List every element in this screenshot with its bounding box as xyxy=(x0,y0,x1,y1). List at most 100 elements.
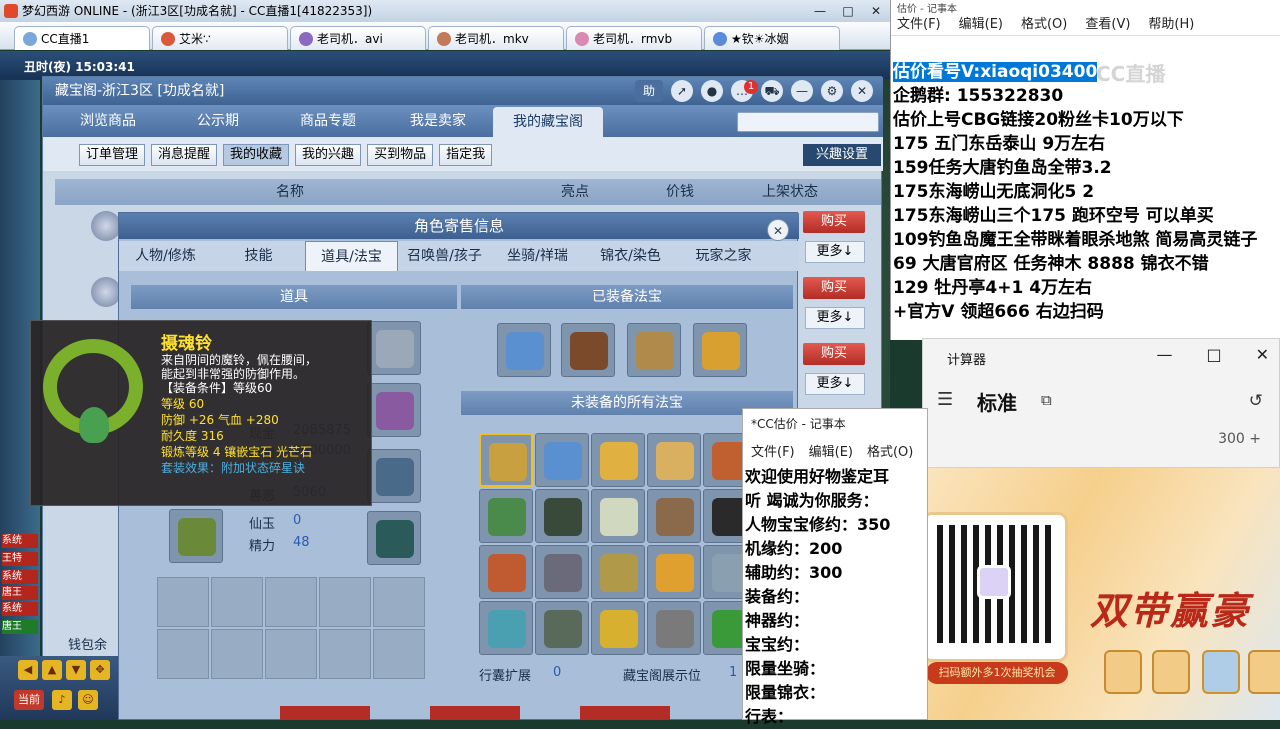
close-button[interactable]: ✕ xyxy=(862,0,890,22)
bottom-button[interactable] xyxy=(430,706,520,720)
treasure-slot[interactable] xyxy=(647,601,701,655)
tab-mkv[interactable]: 老司机．mkv xyxy=(428,26,564,50)
nav-public[interactable]: 公示期 xyxy=(163,105,273,137)
menu-file[interactable]: 文件(F) xyxy=(897,14,941,35)
bottom-button[interactable] xyxy=(280,706,370,720)
treasure-slot[interactable] xyxy=(591,489,645,543)
equipped-slot[interactable] xyxy=(627,323,681,377)
menu-file[interactable]: 文件(F) xyxy=(751,441,795,460)
figure-icon xyxy=(570,332,608,370)
treasure-slot[interactable] xyxy=(479,545,533,599)
more-button[interactable]: 更多↓ xyxy=(805,307,865,329)
tab-mounts[interactable]: 坐骑/祥瑞 xyxy=(491,241,584,271)
treasure-slot[interactable] xyxy=(479,601,533,655)
sub-interests[interactable]: 我的兴趣 xyxy=(295,144,362,166)
sub-bought[interactable]: 买到物品 xyxy=(367,144,434,166)
cbg-search-input[interactable] xyxy=(737,112,879,132)
treasure-slot[interactable] xyxy=(535,545,589,599)
notepad-text-area[interactable]: 欢迎使用好物鉴定耳 听 竭诚为你服务： 人物宝宝修约：350 机缘约：200 辅… xyxy=(745,465,929,729)
nav-browse[interactable]: 浏览商品 xyxy=(53,105,163,137)
tab-avi[interactable]: 老司机．avi xyxy=(290,26,426,50)
record-icon[interactable]: ● xyxy=(701,80,723,102)
tab-pets[interactable]: 召唤兽/孩子 xyxy=(398,241,491,271)
tab-items[interactable]: 道具/法宝 xyxy=(305,241,398,271)
treasure-slot[interactable] xyxy=(535,433,589,487)
buy-button[interactable]: 购买 xyxy=(803,277,865,299)
nav-seller[interactable]: 我是卖家 xyxy=(383,105,493,137)
treasure-slot[interactable] xyxy=(591,601,645,655)
treasure-icon xyxy=(600,610,638,648)
sub-favorites[interactable]: 我的收藏 xyxy=(223,144,290,166)
sub-messages[interactable]: 消息提醒 xyxy=(151,144,218,166)
sub-orders[interactable]: 订单管理 xyxy=(79,144,146,166)
maximize-button[interactable]: □ xyxy=(834,0,862,22)
tab-aimi[interactable]: 艾米∵ xyxy=(152,26,288,50)
treasure-slot[interactable] xyxy=(647,433,701,487)
bottom-button[interactable] xyxy=(580,706,670,720)
menu-view[interactable]: 查看(V) xyxy=(1085,14,1130,35)
minimize-icon[interactable]: — xyxy=(791,80,813,102)
arrow-left-icon[interactable]: ◀ xyxy=(18,660,38,680)
mic-icon[interactable]: ♪ xyxy=(52,690,72,710)
keep-on-top-icon[interactable]: ⧉ xyxy=(1041,391,1052,409)
tab-outfits[interactable]: 锦衣/染色 xyxy=(584,241,677,271)
settings-icon[interactable]: ⚙ xyxy=(821,80,843,102)
close-icon[interactable]: ✕ xyxy=(1256,345,1269,364)
treasure-icon xyxy=(656,442,694,480)
treasure-slot[interactable] xyxy=(591,433,645,487)
equipped-slot[interactable] xyxy=(561,323,615,377)
help-button[interactable]: 助 xyxy=(635,80,663,102)
buy-button[interactable]: 购买 xyxy=(803,211,865,233)
orb-icon xyxy=(376,330,414,368)
treasure-slot[interactable] xyxy=(535,489,589,543)
tab-skills[interactable]: 技能 xyxy=(212,241,305,271)
arrow-up-icon[interactable]: ▲ xyxy=(42,660,62,680)
history-icon[interactable]: ↺ xyxy=(1249,391,1263,411)
menu-format[interactable]: 格式(O) xyxy=(867,441,913,460)
nav-topics[interactable]: 商品专题 xyxy=(273,105,383,137)
cart-icon[interactable]: ⛟ xyxy=(761,80,783,102)
emoji-icon[interactable]: ☺ xyxy=(78,690,98,710)
item-slot[interactable] xyxy=(367,511,421,565)
close-icon[interactable]: ✕ xyxy=(767,219,789,241)
tab-rmvb[interactable]: 老司机．rmvb xyxy=(566,26,702,50)
tab-home[interactable]: 玩家之家 xyxy=(677,241,770,271)
menu-help[interactable]: 帮助(H) xyxy=(1148,14,1194,35)
notepad-text-area[interactable]: 估价看号V:xiaoqi03400 企鹅群: 155322830 估价上号CBG… xyxy=(891,60,1280,324)
minimize-button[interactable]: — xyxy=(806,0,834,22)
item-slot[interactable] xyxy=(169,509,223,563)
item-slot[interactable] xyxy=(367,321,421,375)
sub-assigned[interactable]: 指定我 xyxy=(439,144,493,166)
tab-cc-live[interactable]: CC直播1 xyxy=(14,26,150,50)
tab-qin[interactable]: ★钦☀冰姻 xyxy=(704,26,840,50)
item-slot[interactable] xyxy=(367,383,421,437)
minimize-icon[interactable]: — xyxy=(1156,345,1172,364)
hamburger-menu-icon[interactable]: ☰ xyxy=(937,389,953,410)
sword-icon xyxy=(506,332,544,370)
treasure-slot[interactable] xyxy=(479,433,533,487)
equipped-slot[interactable] xyxy=(497,323,551,377)
item-slot[interactable] xyxy=(367,449,421,503)
treasure-slot[interactable] xyxy=(647,545,701,599)
treasure-slot[interactable] xyxy=(591,545,645,599)
close-icon[interactable]: ✕ xyxy=(851,80,873,102)
tab-character[interactable]: 人物/修炼 xyxy=(119,241,212,271)
menu-edit[interactable]: 编辑(E) xyxy=(959,14,1003,35)
buy-button[interactable]: 购买 xyxy=(803,343,865,365)
channel-current-button[interactable]: 当前 xyxy=(14,690,44,710)
tab-label: 艾米∵ xyxy=(179,32,211,46)
move-icon[interactable]: ✥ xyxy=(90,660,110,680)
more-button[interactable]: 更多↓ xyxy=(805,241,865,263)
treasure-slot[interactable] xyxy=(647,489,701,543)
treasure-slot[interactable] xyxy=(479,489,533,543)
share-icon[interactable]: ➚ xyxy=(671,80,693,102)
menu-edit[interactable]: 编辑(E) xyxy=(809,441,853,460)
equipped-slot[interactable] xyxy=(693,323,747,377)
nav-my-cbg[interactable]: 我的藏宝阁 xyxy=(493,107,603,137)
arrow-down-icon[interactable]: ▼ xyxy=(66,660,86,680)
treasure-slot[interactable] xyxy=(535,601,589,655)
menu-format[interactable]: 格式(O) xyxy=(1021,14,1067,35)
interest-settings-button[interactable]: 兴趣设置 xyxy=(803,144,881,166)
more-button[interactable]: 更多↓ xyxy=(805,373,865,395)
maximize-icon[interactable]: □ xyxy=(1206,345,1221,364)
